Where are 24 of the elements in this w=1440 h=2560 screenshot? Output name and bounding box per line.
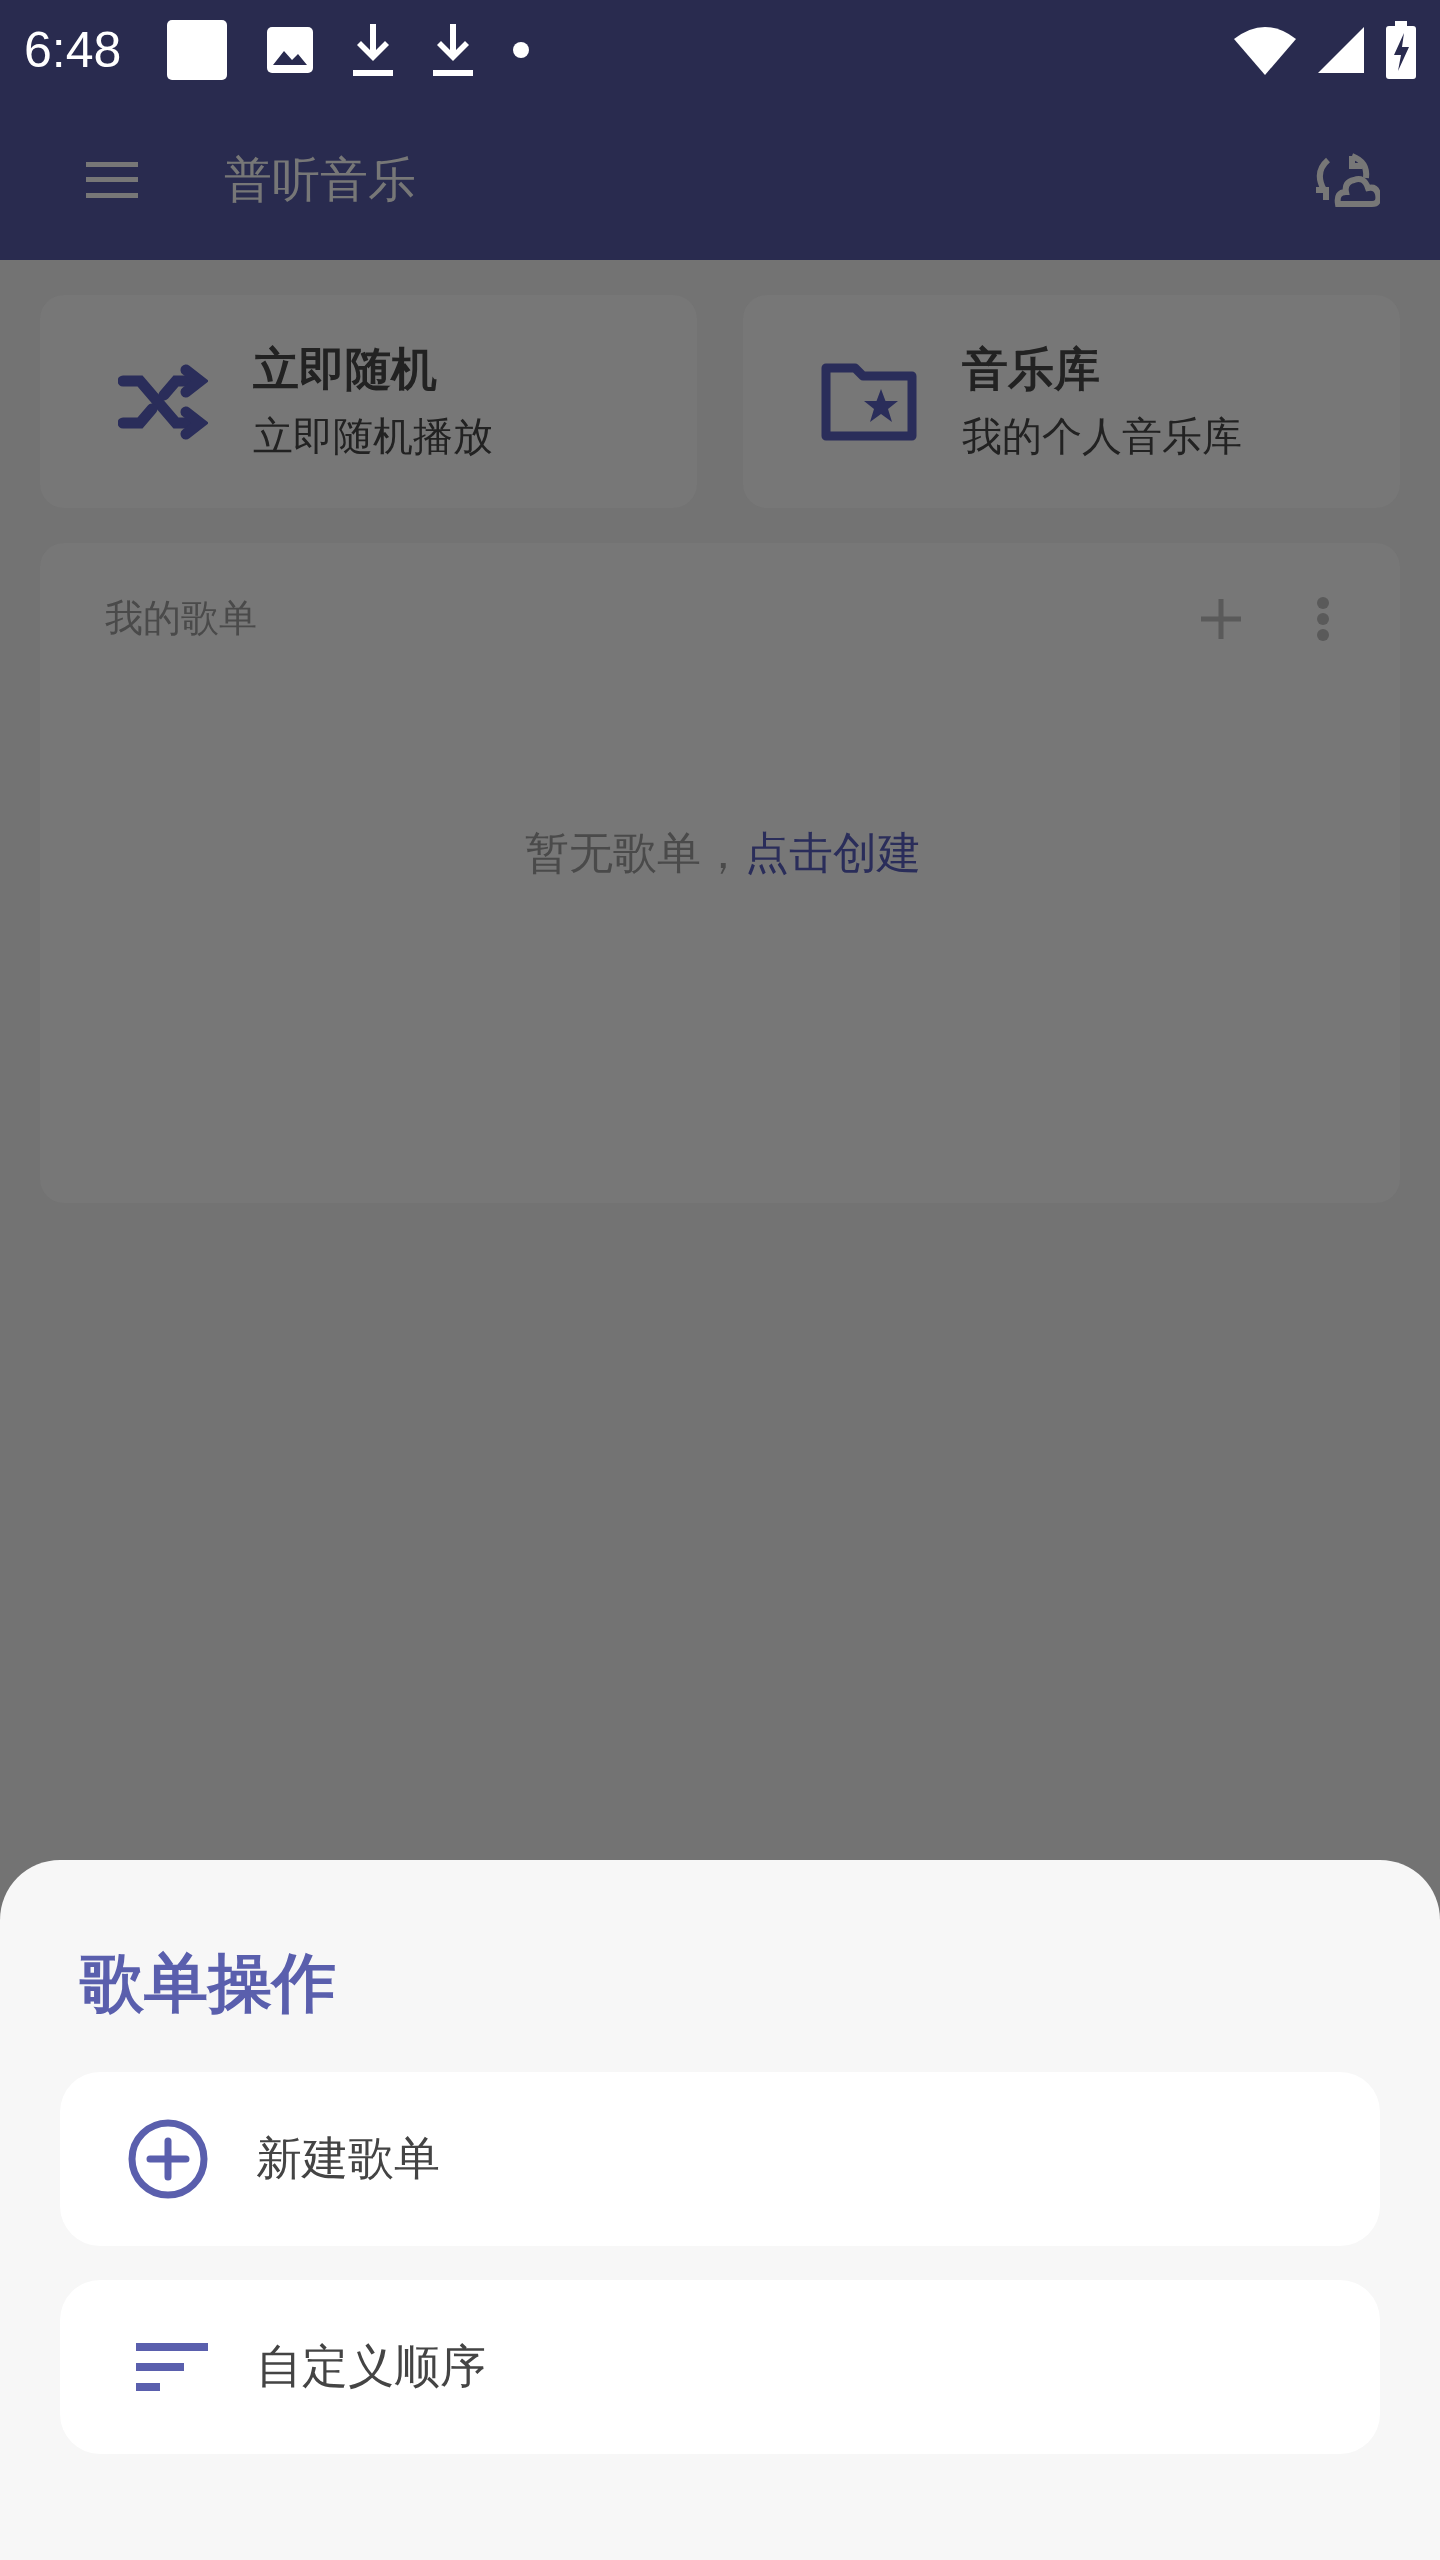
- add-circle-icon: [128, 2119, 208, 2199]
- card-subtitle: 我的个人音乐库: [962, 412, 1242, 461]
- sheet-option[interactable]: 新建歌单: [60, 2072, 1380, 2246]
- download-icon: [353, 24, 394, 76]
- notification-square-icon: [167, 20, 228, 80]
- shortcut-card[interactable]: 音乐库 我的个人音乐库: [743, 295, 1400, 508]
- image-icon: [267, 27, 314, 73]
- dot-icon: [513, 42, 530, 58]
- menu-icon[interactable]: [86, 162, 138, 198]
- card-subtitle: 立即随机播放: [253, 412, 493, 461]
- star-folder-icon: [821, 362, 917, 441]
- download-icon: [433, 24, 474, 76]
- wifi-icon: [1234, 25, 1296, 75]
- app-title: 普听音乐: [224, 150, 416, 209]
- sheet-option[interactable]: 自定义顺序: [60, 2280, 1380, 2454]
- card-title: 音乐库: [962, 341, 1101, 398]
- shortcut-card[interactable]: 立即随机 立即随机播放: [40, 295, 697, 508]
- shuffle-icon: [118, 363, 208, 440]
- status-time: 6:48: [24, 21, 122, 79]
- create-link[interactable]: 点击创建: [744, 827, 921, 878]
- card-title: 立即随机: [253, 341, 438, 398]
- sheet-title: 歌单操作: [80, 1945, 337, 2022]
- signal-icon: [1318, 27, 1364, 73]
- battery-charging-icon: [1386, 21, 1416, 79]
